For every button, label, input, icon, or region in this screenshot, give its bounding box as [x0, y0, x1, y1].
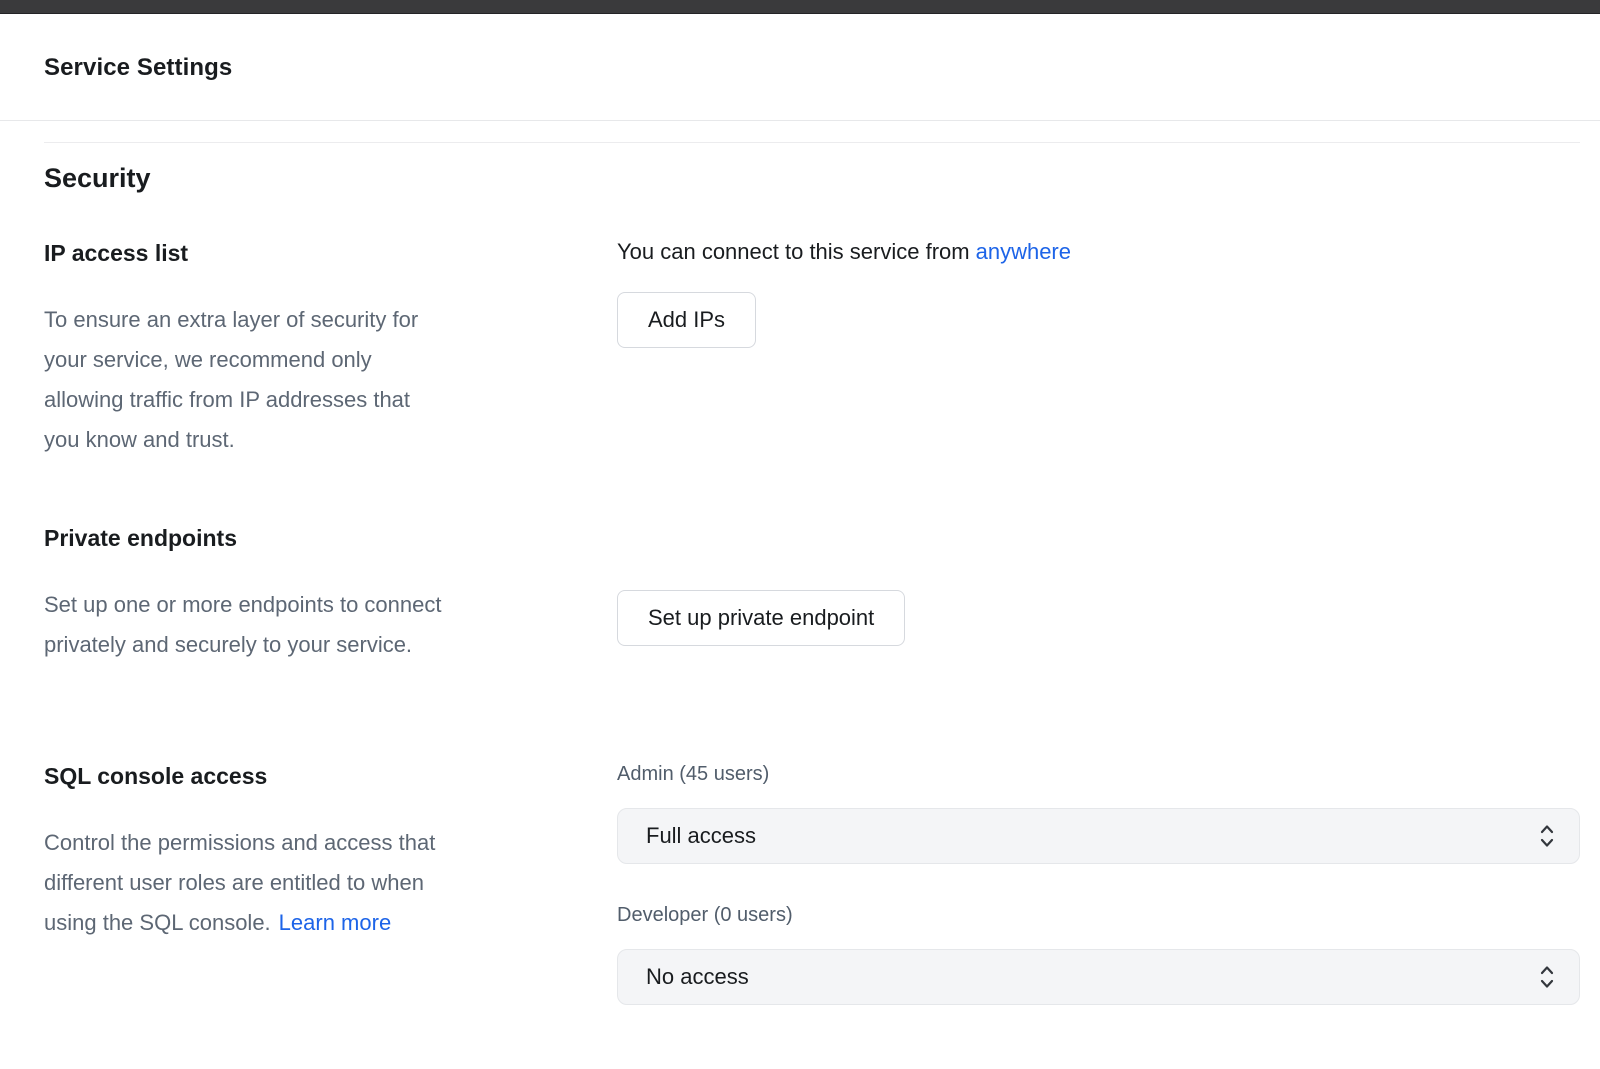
- sql-console-access-description: Control the permissions and access that …: [44, 823, 567, 943]
- admin-access-select-value: Full access: [646, 823, 756, 849]
- admin-access-select[interactable]: Full access: [617, 808, 1580, 864]
- learn-more-link[interactable]: Learn more: [279, 910, 392, 935]
- page-title: Service Settings: [44, 53, 1556, 83]
- anywhere-link[interactable]: anywhere: [976, 239, 1071, 264]
- sql-console-right-column: Admin (45 users) Full access Developer (…: [617, 762, 1580, 1005]
- chevron-updown-icon: [1539, 822, 1555, 850]
- developer-access-select-value: No access: [646, 964, 749, 990]
- private-endpoints-label: Private endpoints: [44, 524, 567, 552]
- sql-console-left-column: SQL console access Control the permissio…: [44, 762, 617, 943]
- private-endpoints-description: Set up one or more endpoints to connect …: [44, 585, 567, 665]
- ip-access-left-column: IP access list To ensure an extra layer …: [44, 239, 617, 460]
- window-chrome-bar: [0, 0, 1600, 14]
- ip-access-list-description: To ensure an extra layer of security for…: [44, 300, 567, 460]
- setting-row-private-endpoints: Private endpoints Set up one or more end…: [44, 524, 1580, 665]
- page-header: Service Settings: [0, 14, 1600, 120]
- developer-access-select[interactable]: No access: [617, 949, 1580, 1005]
- ip-access-list-label: IP access list: [44, 239, 567, 267]
- developer-access-field: Developer (0 users) No access: [617, 903, 1580, 1005]
- ip-access-right-column: You can connect to this service fromanyw…: [617, 239, 1580, 348]
- admin-access-field: Admin (45 users) Full access: [617, 762, 1580, 864]
- setting-row-sql-console-access: SQL console access Control the permissio…: [44, 762, 1580, 1005]
- ip-access-status-line: You can connect to this service fromanyw…: [617, 239, 1580, 265]
- ip-access-status-text: You can connect to this service from: [617, 239, 970, 264]
- admin-select-label: Admin (45 users): [617, 762, 1580, 786]
- private-endpoints-right-column: Set up private endpoint: [617, 524, 1580, 646]
- section-title-security: Security: [44, 163, 1580, 194]
- add-ips-button[interactable]: Add IPs: [617, 292, 756, 348]
- sql-console-access-label: SQL console access: [44, 762, 567, 790]
- section-divider: [44, 142, 1580, 143]
- private-endpoints-left-column: Private endpoints Set up one or more end…: [44, 524, 617, 665]
- setup-private-endpoint-button[interactable]: Set up private endpoint: [617, 590, 905, 646]
- settings-main: Security IP access list To ensure an ext…: [0, 142, 1600, 1005]
- header-divider: [0, 120, 1600, 121]
- setting-row-ip-access-list: IP access list To ensure an extra layer …: [44, 239, 1580, 460]
- developer-select-label: Developer (0 users): [617, 903, 1580, 927]
- chevron-updown-icon: [1539, 963, 1555, 991]
